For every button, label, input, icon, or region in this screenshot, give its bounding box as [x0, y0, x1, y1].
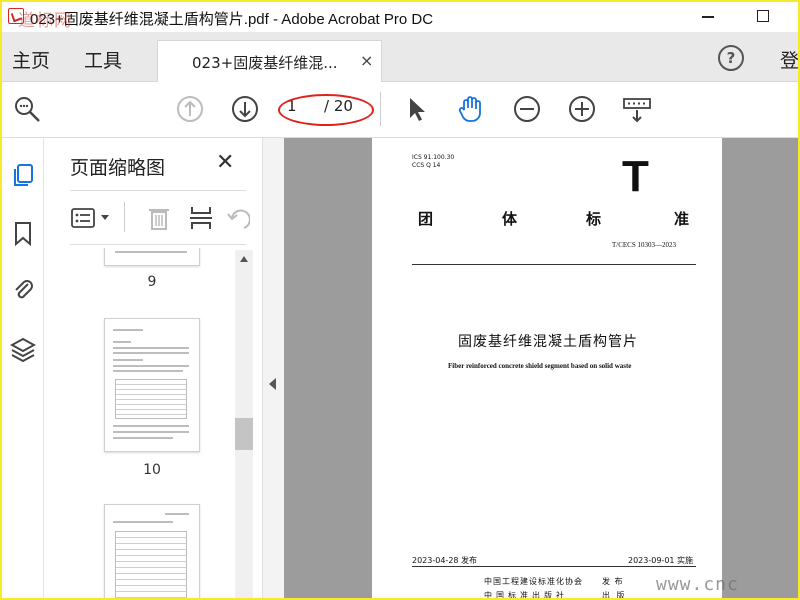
standard-type-char: 准 — [674, 210, 690, 228]
delete-icon[interactable] — [146, 204, 172, 232]
red-highlight-ellipse — [278, 94, 374, 126]
issue-date: 2023-04-28 发布 — [412, 556, 478, 565]
window-title: 023+固废基纤维混凝土盾构管片.pdf - Adobe Acrobat Pro… — [30, 11, 434, 28]
ccs-line: CCS Q 14 — [412, 162, 441, 169]
maximize-button[interactable] — [757, 10, 769, 22]
standard-code: T/CECS 10303—2023 — [612, 241, 676, 249]
toolbar-divider — [380, 92, 381, 126]
watermark-logo: 道标网 — [18, 11, 72, 31]
page-thumbnail[interactable] — [104, 318, 200, 452]
bookmark-icon[interactable] — [10, 220, 36, 246]
panel-toolbar-divider — [124, 202, 125, 232]
page-thumbnail[interactable] — [104, 504, 200, 598]
panel-collapse-handle[interactable] — [262, 138, 284, 598]
standard-type-char: 标 — [586, 210, 602, 228]
layers-icon[interactable] — [10, 336, 36, 362]
select-cursor-icon[interactable] — [402, 94, 432, 124]
document-tab-label: 023+固废基纤维混... — [192, 54, 338, 72]
header-rule — [412, 264, 696, 265]
options-menu-icon[interactable] — [70, 206, 98, 230]
panel-toolbar — [70, 200, 250, 236]
ics-code: ICS 91.100.30 CCS Q 14 — [412, 154, 454, 170]
thumbnail-panel: 页面缩略图 ✕ 9 10 — [52, 138, 260, 598]
scrollbar-thumb[interactable] — [235, 418, 253, 450]
document-title-en: Fiber reinforced concrete shield segment… — [448, 362, 632, 370]
next-page-icon[interactable] — [230, 94, 260, 124]
footer-rule — [412, 566, 696, 567]
pdf-page: ICS 91.100.30 CCS Q 14 T 团 体 标 准 T/CECS … — [372, 138, 722, 598]
vertical-scrollbar[interactable] — [235, 250, 253, 598]
thumbnail-list: 9 10 — [52, 248, 260, 598]
minimize-button[interactable] — [702, 16, 714, 18]
publisher-action: 发 布 — [602, 577, 624, 586]
thumbnail-page-number: 10 — [143, 462, 161, 478]
tab-document[interactable]: 023+固废基纤维混... × — [157, 40, 382, 82]
ics-line: ICS 91.100.30 — [412, 154, 455, 161]
page-thumbnails-icon[interactable] — [10, 162, 36, 188]
scroll-up-icon[interactable] — [239, 255, 249, 263]
chevron-down-icon[interactable] — [100, 214, 110, 222]
tab-home[interactable]: 主页 — [12, 46, 50, 73]
panel-divider — [70, 190, 246, 191]
collapse-arrow-icon[interactable] — [269, 378, 276, 390]
implementation-date: 2023-09-01 实施 — [628, 556, 694, 565]
thumbnail-page-number: 9 — [147, 274, 157, 290]
zoom-out-icon[interactable] — [512, 94, 542, 124]
menu-tab-bar: 主页 工具 023+固废基纤维混... × ? 登 — [2, 32, 798, 82]
main-toolbar: 1 / 20 — [2, 82, 798, 138]
undo-icon[interactable] — [226, 204, 250, 232]
hand-tool-icon[interactable] — [456, 94, 486, 124]
watermark-url: www.cnc — [656, 574, 739, 595]
acrobat-window: 023+固废基纤维混凝土盾构管片.pdf - Adobe Acrobat Pro… — [2, 2, 798, 598]
page-thumbnail[interactable] — [104, 248, 200, 266]
panel-divider — [70, 244, 246, 245]
standard-type-char: 团 — [418, 210, 434, 228]
document-title-cn: 固废基纤维混凝土盾构管片 — [458, 334, 638, 350]
document-view[interactable]: ICS 91.100.30 CCS Q 14 T 团 体 标 准 T/CECS … — [284, 138, 798, 598]
navigation-rail — [2, 138, 44, 598]
publisher-action: 出 版 — [602, 591, 627, 598]
panel-title: 页面缩略图 — [70, 157, 166, 179]
close-tab-button[interactable]: × — [360, 51, 373, 70]
help-icon[interactable]: ? — [718, 45, 744, 71]
title-bar: 023+固废基纤维混凝土盾构管片.pdf - Adobe Acrobat Pro… — [2, 2, 798, 32]
standard-type-char: 体 — [502, 210, 518, 228]
page-display-icon[interactable] — [622, 94, 652, 124]
close-panel-button[interactable]: ✕ — [216, 150, 234, 175]
publisher-name: 中国标准出版社 — [484, 591, 568, 598]
zoom-in-icon[interactable] — [567, 94, 597, 124]
previous-page-icon[interactable] — [175, 94, 205, 124]
standard-letter: T — [622, 152, 649, 201]
publisher-name: 中国工程建设标准化协会 — [484, 577, 583, 586]
tab-tools[interactable]: 工具 — [84, 46, 122, 73]
attachment-icon[interactable] — [10, 276, 36, 302]
sign-in-button[interactable]: 登 — [780, 46, 798, 73]
zoom-search-icon[interactable] — [12, 94, 42, 124]
insert-page-icon[interactable] — [188, 204, 214, 232]
